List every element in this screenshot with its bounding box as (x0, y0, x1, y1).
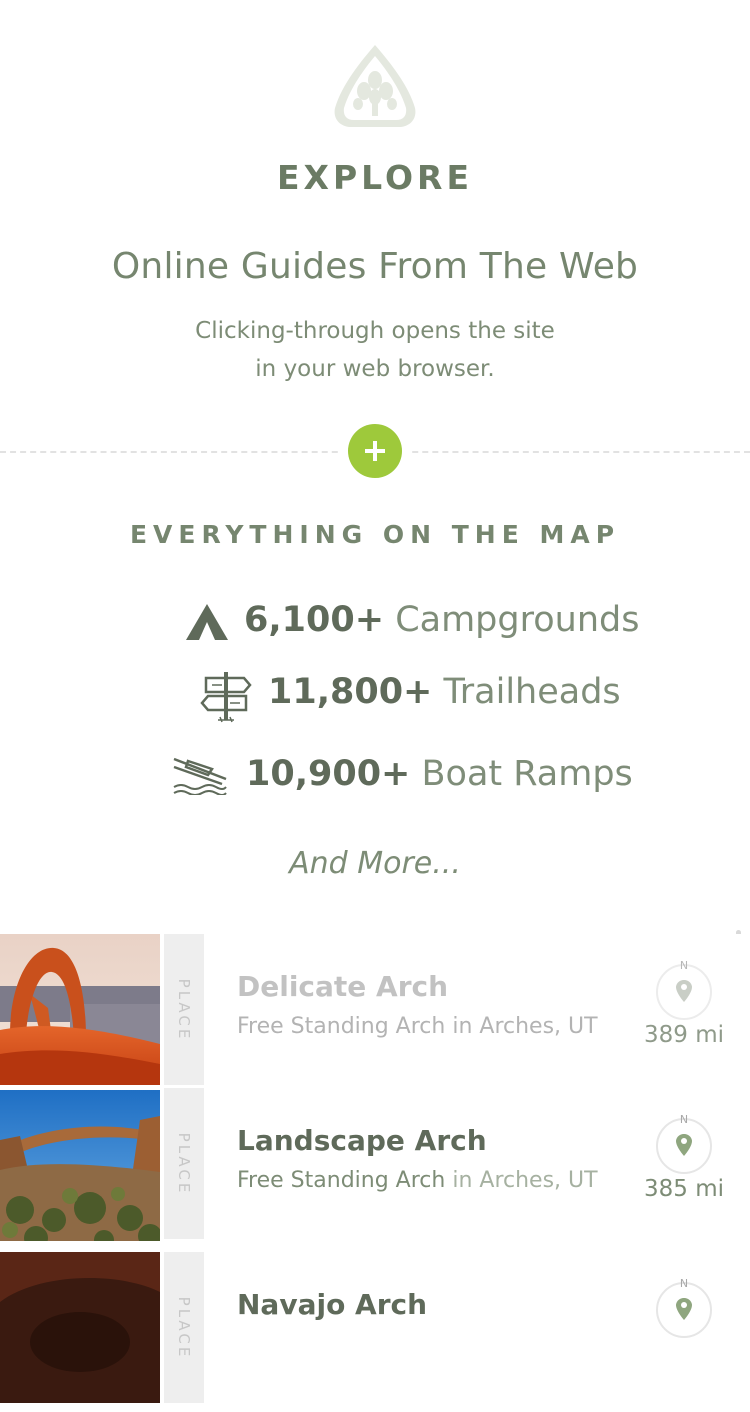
expand-button[interactable] (348, 424, 402, 478)
stat-trailheads: 11,800+ Trailheads (0, 666, 750, 726)
svg-text:N: N (680, 1113, 688, 1126)
stat-campgrounds: 6,100+ Campgrounds (0, 594, 750, 654)
trail-sign-icon (200, 672, 252, 723)
place-photo (0, 1090, 160, 1241)
guides-subtitle-line: Clicking-through opens the site (195, 318, 555, 344)
place-name: Landscape Arch (237, 1124, 487, 1157)
page-title: EXPLORE (276, 158, 474, 197)
list-item[interactable]: PLACE Delicate Arch Free Standing Arch i… (0, 934, 750, 1094)
tent-icon (186, 604, 228, 640)
place-distance: 385 mi (643, 1176, 724, 1202)
stat-boat-ramps: 10,900+ Boat Ramps (0, 747, 750, 807)
compass-direction-icon: N (655, 1276, 713, 1340)
place-name: Navajo Arch (237, 1288, 428, 1321)
place-distance: 389 mi (643, 1022, 724, 1048)
place-type-tag: PLACE (164, 1252, 204, 1403)
place-description: Free Standing Arch in Arches, UT (237, 1168, 598, 1193)
svg-text:N: N (680, 959, 688, 972)
list-item[interactable]: PLACE Landscape Arch Free Standing Arch … (0, 1088, 750, 1248)
tree-leaf-badge-icon (332, 42, 418, 130)
place-type-tag: PLACE (164, 934, 204, 1085)
stat-label: Campgrounds (395, 600, 640, 640)
guides-subtitle: Clicking-through opens the site in your … (0, 312, 750, 388)
stat-label: Trailheads (443, 672, 621, 712)
stat-count: 6,100+ (244, 600, 385, 640)
svg-text:N: N (680, 1277, 688, 1290)
stat-label: Boat Ramps (421, 754, 633, 794)
place-photo (0, 934, 160, 1085)
stat-count: 10,900+ (246, 754, 411, 794)
stat-count: 11,800+ (268, 672, 433, 712)
guides-heading[interactable]: Online Guides From The Web (0, 246, 750, 287)
boat-ramp-icon (173, 757, 227, 795)
map-section-title: EVERYTHING ON THE MAP (129, 520, 621, 549)
plus-icon (365, 441, 385, 461)
guides-subtitle-line: in your web browser. (255, 356, 495, 382)
compass-direction-icon: N (655, 1112, 713, 1176)
compass-direction-icon: N (655, 958, 713, 1022)
place-description: Free Standing Arch in Arches, UT (237, 1014, 598, 1039)
place-type-tag: PLACE (164, 1088, 204, 1239)
list-item[interactable]: PLACE Navajo Arch N (0, 1252, 750, 1412)
and-more-link[interactable]: And More... (0, 846, 750, 881)
place-photo (0, 1252, 160, 1403)
place-name: Delicate Arch (237, 970, 449, 1003)
